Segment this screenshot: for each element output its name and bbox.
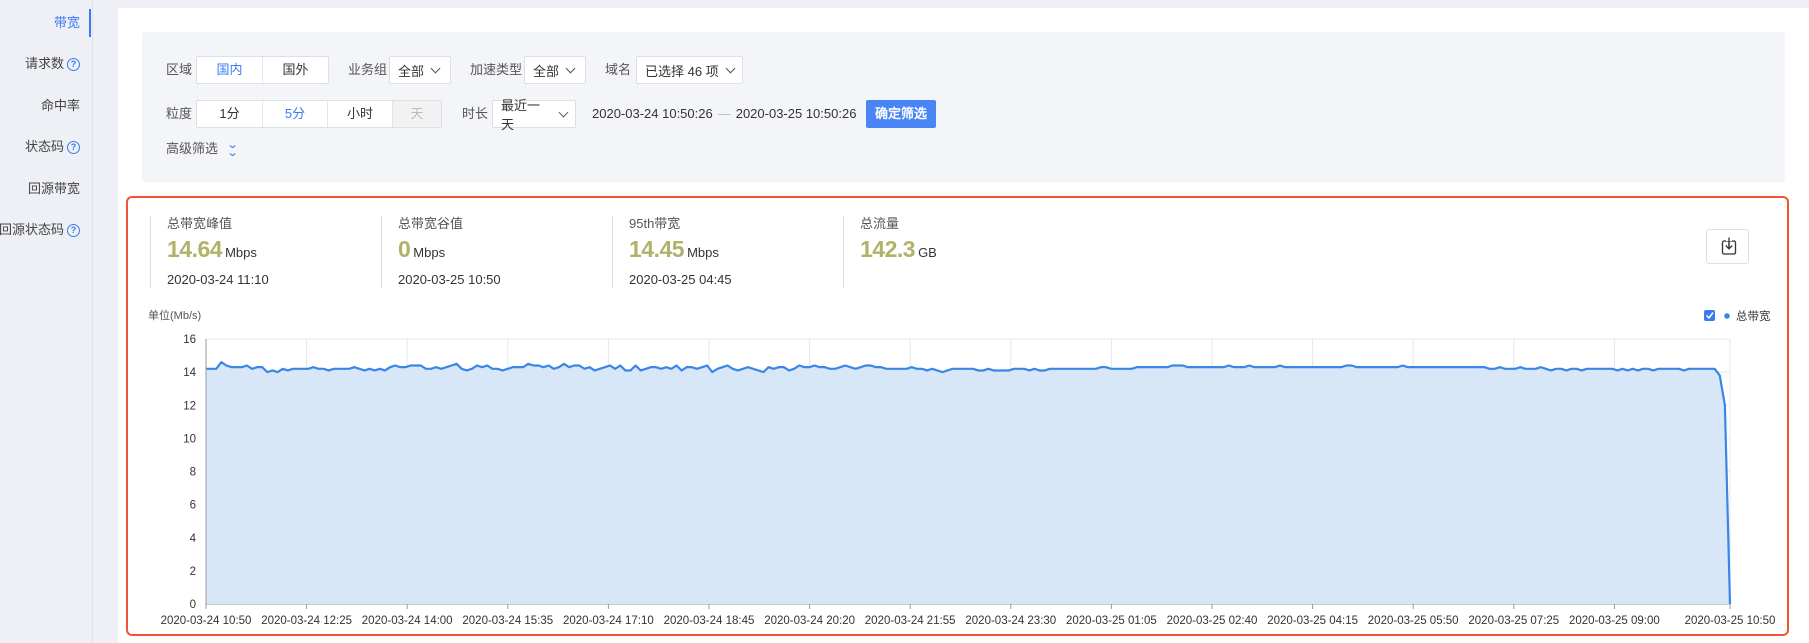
legend-checkbox	[1704, 310, 1715, 321]
x-tick-label: 2020-03-24 17:10	[563, 615, 654, 627]
x-tick-label: 2020-03-25 07:25	[1468, 615, 1559, 627]
x-tick-label: 2020-03-25 09:00	[1569, 615, 1660, 627]
x-tick-label: 2020-03-25 02:40	[1167, 615, 1258, 627]
legend-label: 总带宽	[1736, 309, 1771, 323]
x-tick-label: 2020-03-24 12:25	[261, 615, 352, 627]
y-unit-label: 单位(Mb/s)	[148, 308, 201, 322]
y-tick-label: 8	[190, 467, 196, 479]
x-tick-label: 2020-03-24 18:45	[664, 615, 755, 627]
y-tick-label: 0	[190, 599, 196, 611]
y-tick-label: 10	[183, 433, 196, 445]
x-tick-label: 2020-03-25 10:50	[1685, 615, 1776, 627]
x-tick-label: 2020-03-25 01:05	[1066, 615, 1157, 627]
x-tick-label: 2020-03-24 10:50	[161, 615, 252, 627]
legend-dot	[1724, 313, 1730, 319]
y-tick-label: 4	[190, 533, 197, 545]
y-tick-label: 16	[183, 334, 196, 346]
series-area-fill	[206, 362, 1730, 604]
x-tick-label: 2020-03-24 23:30	[965, 615, 1056, 627]
x-tick-label: 2020-03-25 04:15	[1267, 615, 1358, 627]
x-tick-label: 2020-03-24 20:20	[764, 615, 855, 627]
y-tick-label: 6	[190, 500, 196, 512]
y-tick-label: 2	[190, 566, 196, 578]
x-tick-label: 2020-03-25 05:50	[1368, 615, 1459, 627]
y-tick-label: 12	[183, 400, 196, 412]
x-tick-label: 2020-03-24 15:35	[462, 615, 553, 627]
x-tick-label: 2020-03-24 21:55	[865, 615, 956, 627]
bandwidth-chart: 单位(Mb/s) 0 2 4 6 8 10 12 14 16 2020-03-24 10:50 202…	[148, 308, 1776, 627]
x-tick-label: 2020-03-24 14:00	[362, 615, 453, 627]
y-tick-label: 14	[183, 367, 196, 379]
